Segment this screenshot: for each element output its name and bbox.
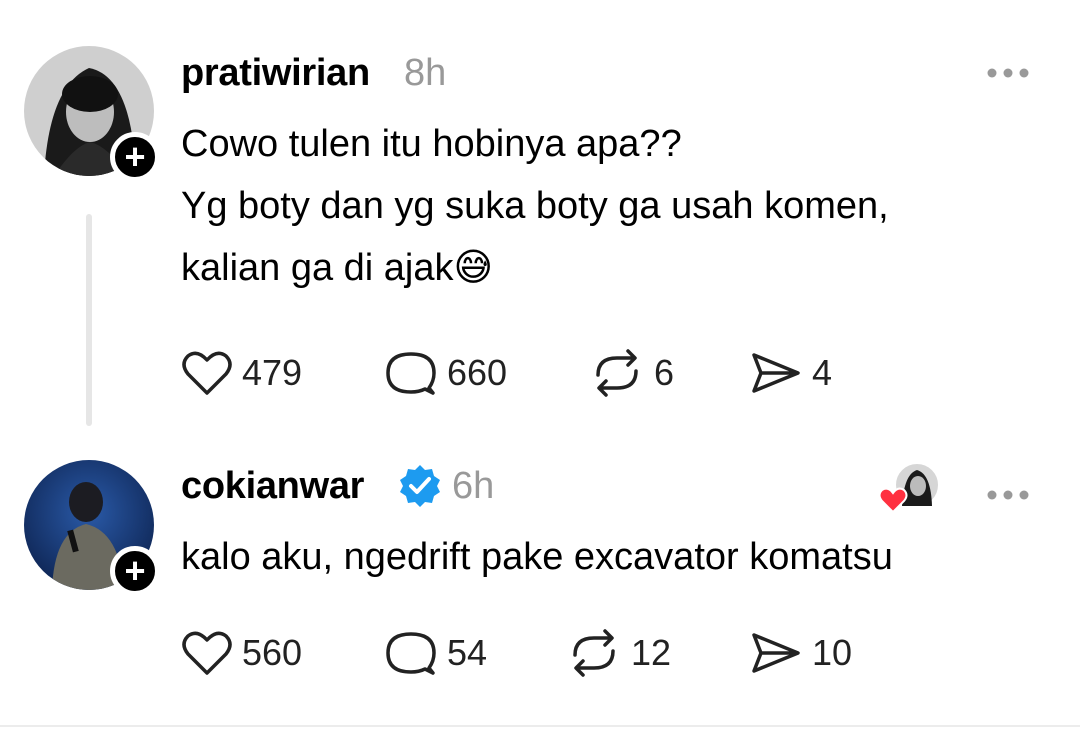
post-cokianwar: + cokianwar 6h kalo aku, ngedrift pake e… xyxy=(0,0,1080,731)
timestamp: 6h xyxy=(452,465,495,507)
post-text-line: kalo aku, ngedrift pake excavator komats… xyxy=(181,536,893,578)
send-icon xyxy=(752,633,800,673)
like-count: 560 xyxy=(242,632,303,673)
username[interactable]: cokianwar xyxy=(181,465,364,508)
repost-count: 12 xyxy=(631,632,672,673)
repost-icon xyxy=(573,629,615,677)
follow-plus-icon[interactable]: + xyxy=(110,546,160,596)
heart-icon xyxy=(182,631,232,675)
comment-bubble-icon xyxy=(386,632,436,675)
post-text: kalo aku, ngedrift pake excavator komats… xyxy=(181,526,893,588)
verified-badge-icon xyxy=(400,465,440,507)
more-horizontal-icon[interactable] xyxy=(986,476,1030,510)
divider xyxy=(0,725,1080,727)
comment-count: 54 xyxy=(447,632,488,673)
share-count: 10 xyxy=(812,632,853,673)
like-button[interactable]: 560 xyxy=(182,628,302,678)
share-button[interactable]: 10 xyxy=(750,628,852,678)
comment-button[interactable]: 54 xyxy=(385,628,487,678)
red-heart-icon xyxy=(878,487,908,514)
liked-by-author xyxy=(878,462,944,514)
repost-button[interactable]: 12 xyxy=(567,628,671,678)
